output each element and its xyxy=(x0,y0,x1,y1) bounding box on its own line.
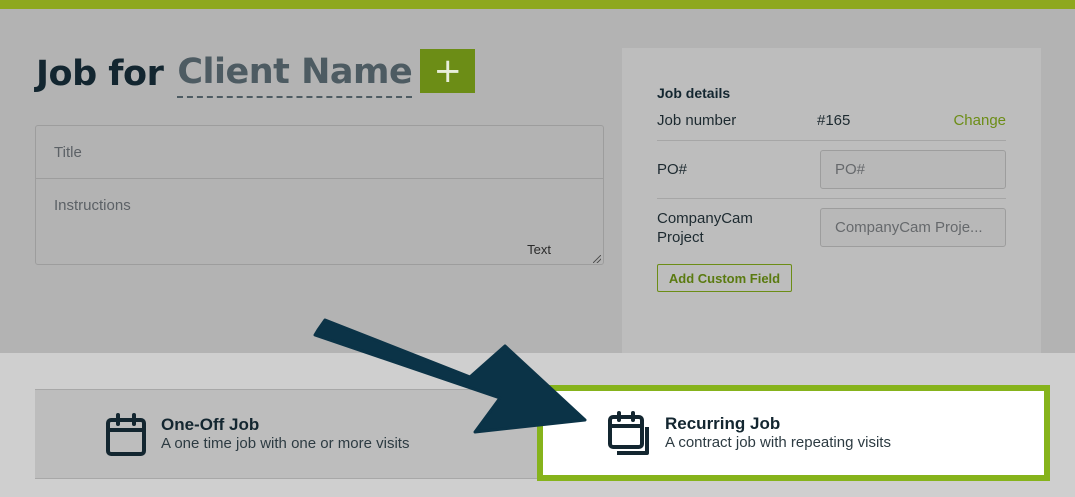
recurring-job-description: A contract job with repeating visits xyxy=(665,434,891,451)
client-name-selector[interactable]: Client Name xyxy=(177,50,413,98)
page-heading: Job for Client Name + xyxy=(36,48,476,100)
instructions-placeholder: Instructions xyxy=(54,197,131,214)
resize-handle[interactable] xyxy=(593,255,601,263)
divider xyxy=(657,140,1006,141)
recurring-job-title: Recurring Job xyxy=(665,414,781,433)
companycam-label-line1: CompanyCam xyxy=(657,210,753,227)
po-input[interactable]: PO# xyxy=(820,150,1006,189)
job-details-panel: Job details Job number #165 Change PO# P… xyxy=(622,48,1041,353)
calendar-icon xyxy=(106,413,146,456)
text-hint: Text xyxy=(527,242,551,257)
job-description-box: Title Instructions Text xyxy=(35,125,604,265)
companycam-label-line2: Project xyxy=(657,229,704,246)
job-number-label: Job number xyxy=(657,112,737,129)
title-input[interactable]: Title xyxy=(36,126,603,179)
one-off-job-description: A one time job with one or more visits xyxy=(161,435,410,452)
instructions-textarea[interactable]: Instructions Text xyxy=(36,179,603,265)
change-job-number-link[interactable]: Change xyxy=(953,112,1006,129)
job-details-title: Job details xyxy=(657,85,731,101)
recurring-job-option[interactable]: Recurring Job A contract job with repeat… xyxy=(537,385,1050,481)
one-off-job-title: One-Off Job xyxy=(161,415,260,434)
po-label: PO# xyxy=(657,161,688,178)
heading-prefix: Job for xyxy=(36,54,164,94)
job-type-selector: One-Off Job A one time job with one or m… xyxy=(0,353,1075,497)
one-off-job-option[interactable]: One-Off Job A one time job with one or m… xyxy=(35,389,539,479)
divider xyxy=(657,198,1006,199)
job-number-value: #165 xyxy=(817,112,851,129)
add-client-button[interactable]: + xyxy=(420,49,476,93)
companycam-project-input[interactable]: CompanyCam Proje... xyxy=(820,208,1006,247)
top-accent-bar xyxy=(0,0,1075,13)
add-custom-field-button[interactable]: Add Custom Field xyxy=(657,264,792,292)
calendar-stack-icon xyxy=(608,411,649,455)
